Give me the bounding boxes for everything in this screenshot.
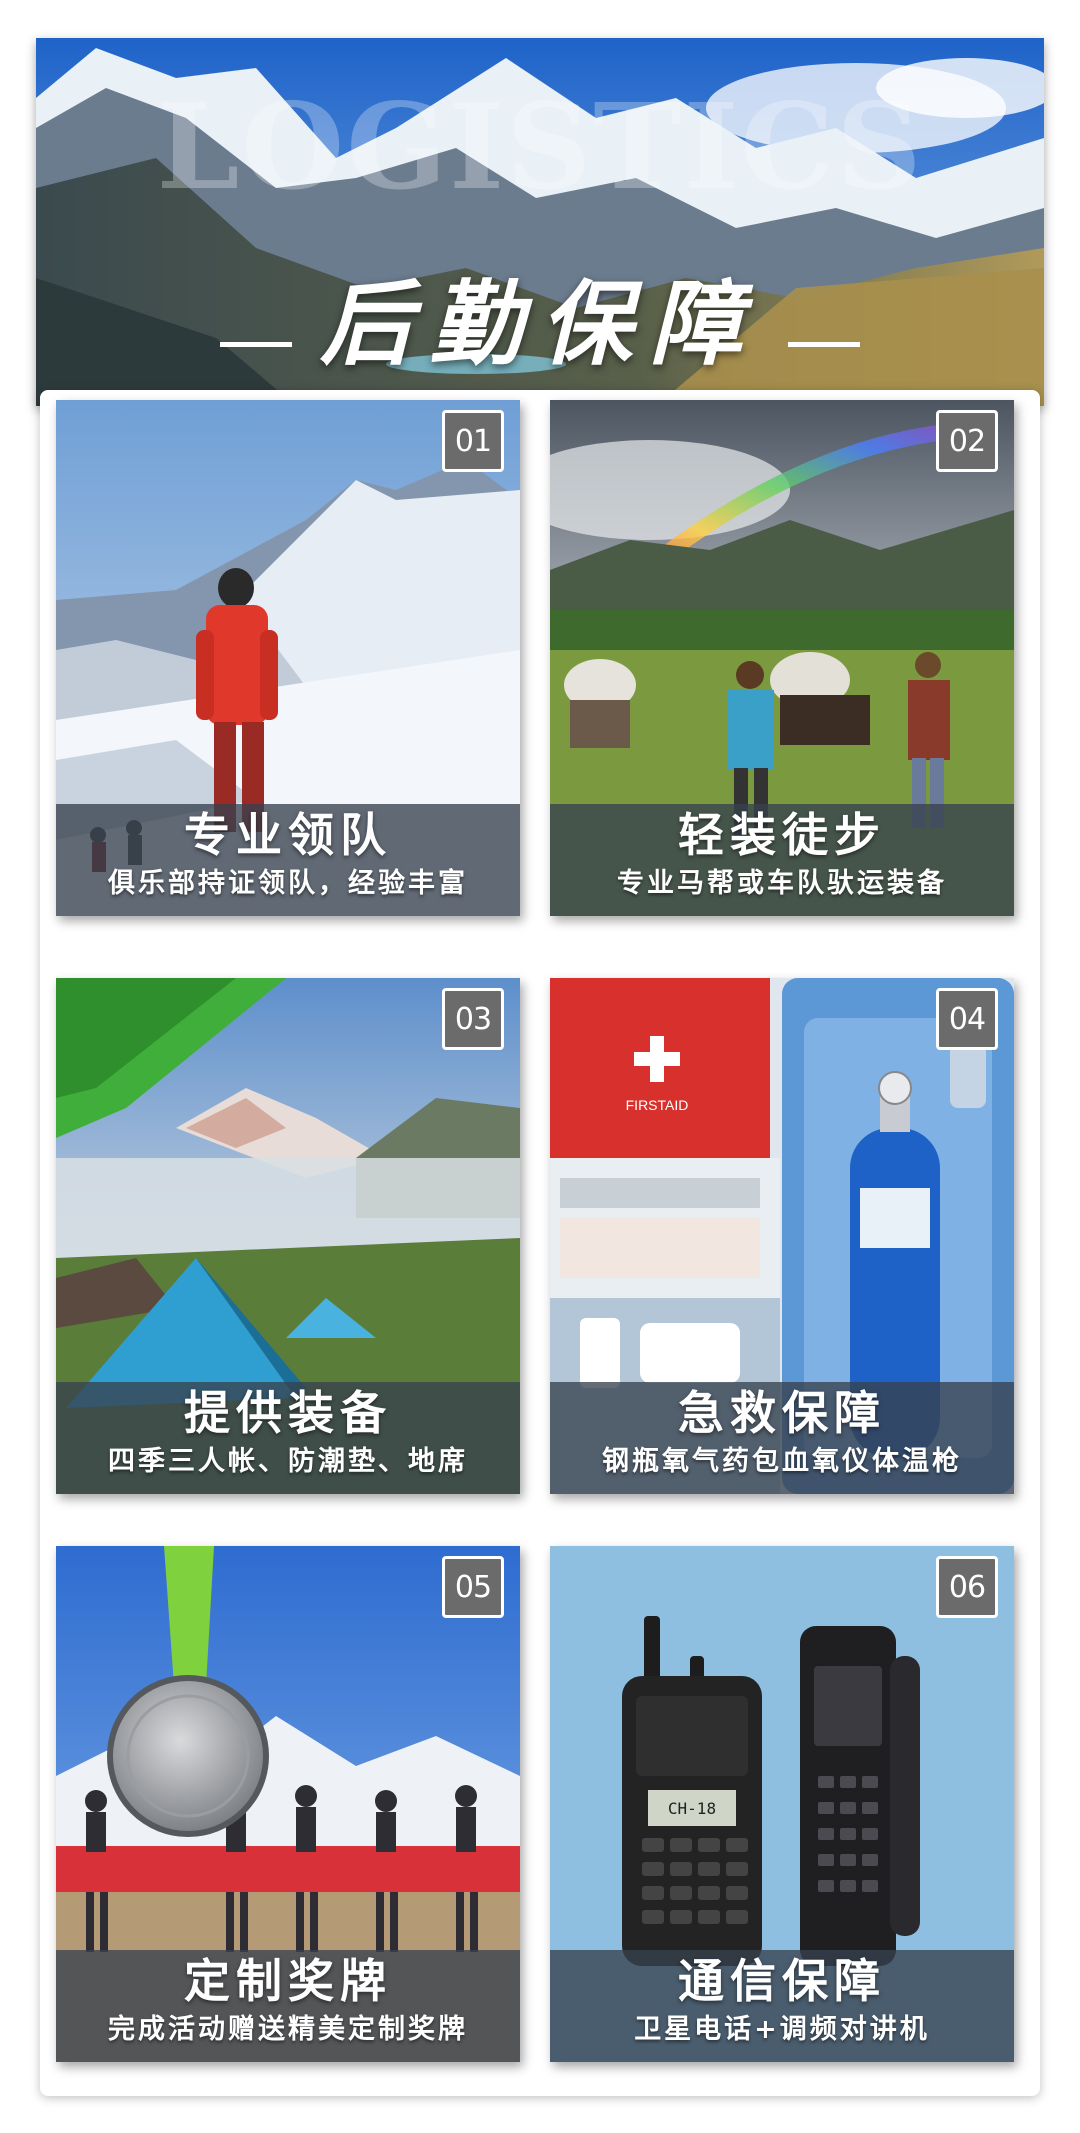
tile-caption: 轻装徒步 专业马帮或车队驮运装备 [550, 804, 1014, 916]
tile-number-badge: 05 [442, 1556, 504, 1618]
tile-subtitle: 钢瓶氧气药包血氧仪体温枪 [602, 1446, 962, 1477]
tile-professional-leader: 01 专业领队 俱乐部持证领队，经验丰富 [56, 400, 520, 916]
tile-title: 急救保障 [678, 1386, 886, 1440]
tile-equipment: 03 提供装备 四季三人帐、防潮垫、地席 [56, 978, 520, 1494]
tile-title: 专业领队 [184, 808, 392, 862]
banner-title: 后勤保障 [319, 269, 760, 378]
radio-display-text: CH-18 [668, 1799, 716, 1818]
banner-watermark: LOGISTICS [156, 77, 924, 216]
tile-caption: 专业领队 俱乐部持证领队，经验丰富 [56, 804, 520, 916]
tile-number-badge: 03 [442, 988, 504, 1050]
banner-title-row: 后勤保障 [36, 266, 1044, 378]
header-banner: LOGISTICS 后勤保障 [36, 38, 1044, 406]
tile-title: 提供装备 [184, 1386, 392, 1440]
tile-subtitle: 四季三人帐、防潮垫、地席 [108, 1446, 468, 1477]
tile-caption: 定制奖牌 完成活动赠送精美定制奖牌 [56, 1950, 520, 2062]
tile-custom-medal: 05 定制奖牌 完成活动赠送精美定制奖牌 [56, 1546, 520, 2062]
tile-subtitle: 专业马帮或车队驮运装备 [617, 868, 947, 899]
title-right-rule [788, 341, 860, 347]
tile-title: 通信保障 [678, 1954, 886, 2008]
tile-subtitle: 完成活动赠送精美定制奖牌 [108, 2014, 468, 2045]
services-card: 01 专业领队 俱乐部持证领队，经验丰富 02 轻装徒步 专业马帮或车队驮运装备… [40, 390, 1040, 2096]
tile-number-badge: 04 [936, 988, 998, 1050]
tile-title: 定制奖牌 [184, 1954, 392, 2008]
tile-subtitle: 卫星电话+调频对讲机 [634, 2014, 930, 2045]
tile-light-trekking: 02 轻装徒步 专业马帮或车队驮运装备 [550, 400, 1014, 916]
tile-caption: 提供装备 四季三人帐、防潮垫、地席 [56, 1382, 520, 1494]
tile-number-badge: 06 [936, 1556, 998, 1618]
tile-communication: CH-18 06 通信保障 卫星电话+调频对讲机 [550, 1546, 1014, 2062]
first-aid-label: FIRSTAID [626, 1097, 689, 1113]
tile-caption: 急救保障 钢瓶氧气药包血氧仪体温枪 [550, 1382, 1014, 1494]
tile-title: 轻装徒步 [678, 808, 886, 862]
tile-caption: 通信保障 卫星电话+调频对讲机 [550, 1950, 1014, 2062]
tile-first-aid: FIRSTAID 04 急救保障 钢瓶氧气药包血氧仪体温枪 [550, 978, 1014, 1494]
tile-number-badge: 02 [936, 410, 998, 472]
tile-number-badge: 01 [442, 410, 504, 472]
tile-subtitle: 俱乐部持证领队，经验丰富 [108, 868, 468, 899]
title-left-rule [219, 341, 292, 347]
